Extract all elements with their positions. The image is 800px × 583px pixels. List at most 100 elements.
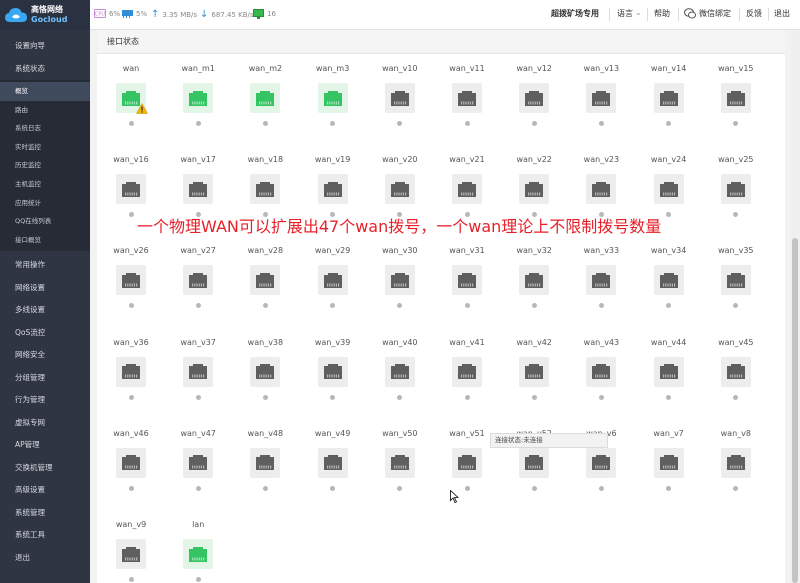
port-tile[interactable] (116, 539, 146, 569)
port-tile[interactable] (384, 356, 415, 387)
port-wan_v42[interactable]: wan_v42 (507, 337, 561, 400)
port-wan_v40[interactable]: wan_v40 (373, 337, 427, 400)
port-wan_v24[interactable]: wan_v24 (642, 154, 696, 218)
port-tile[interactable] (250, 174, 281, 205)
scrollbar[interactable] (790, 30, 800, 583)
port-tile[interactable] (116, 447, 146, 478)
sidebar-subitem[interactable]: 概览 (0, 82, 90, 101)
port-wan_v32[interactable]: wan_v32 (507, 245, 561, 309)
port-tile[interactable] (452, 174, 482, 205)
port-wan_v38[interactable]: wan_v38 (238, 337, 292, 400)
port-tile[interactable] (317, 83, 348, 113)
port-wan_v17[interactable]: wan_v17 (171, 154, 225, 218)
port-tile[interactable] (116, 174, 146, 205)
port-tile[interactable] (653, 447, 684, 478)
port-tile[interactable] (519, 265, 550, 296)
port-tile[interactable] (519, 356, 550, 387)
sidebar-item[interactable]: 系统管理 (0, 502, 90, 525)
sidebar-item[interactable]: 交换机管理 (0, 457, 90, 480)
port-wan_m3[interactable]: wan_m3 (306, 63, 360, 126)
port-wan_v34[interactable]: wan_v34 (642, 245, 696, 309)
port-wan_v13[interactable]: wan_v13 (574, 63, 628, 126)
port-tile[interactable] (720, 447, 751, 478)
port-tile[interactable] (250, 265, 281, 296)
port-tile[interactable] (317, 174, 348, 205)
port-wan_v28[interactable]: wan_v28 (238, 245, 292, 309)
sidebar-item[interactable]: 高级设置 (0, 479, 90, 502)
sidebar-item[interactable]: 退出 (0, 547, 90, 570)
port-wan_v44[interactable]: wan_v44 (642, 337, 696, 400)
sidebar-item[interactable]: 常用操作 (0, 254, 90, 277)
sidebar-subitem[interactable]: 实时监控 (0, 138, 90, 157)
port-wan_v30[interactable]: wan_v30 (373, 245, 427, 309)
sidebar-subitem[interactable]: 系统日志 (0, 119, 90, 138)
port-wan[interactable]: wan (104, 63, 158, 126)
port-wan_v9[interactable]: wan_v9 (104, 519, 158, 582)
port-tile[interactable] (384, 174, 415, 205)
port-tile[interactable] (384, 447, 415, 478)
sidebar-item[interactable]: 行为管理 (0, 389, 90, 412)
port-tile[interactable] (586, 447, 617, 478)
port-tile[interactable] (384, 83, 415, 113)
port-wan_v27[interactable]: wan_v27 (171, 245, 225, 309)
port-tile[interactable] (250, 83, 281, 113)
port-wan_v15[interactable]: wan_v15 (709, 63, 763, 126)
port-wan_v10[interactable]: wan_v10 (373, 63, 427, 126)
port-wan_v49[interactable]: wan_v49 (306, 428, 360, 491)
port-tile[interactable] (183, 356, 214, 387)
feedback-link[interactable]: 反馈 (746, 8, 762, 19)
logo[interactable]: 高恪网络 Gocloud (0, 0, 90, 30)
port-wan_v31[interactable]: wan_v31 (440, 245, 494, 309)
port-tile[interactable] (720, 265, 751, 296)
logout-link[interactable]: 退出 (774, 8, 790, 19)
port-wan_v23[interactable]: wan_v23 (574, 154, 628, 218)
port-wan_v43[interactable]: wan_v43 (574, 337, 628, 400)
port-tile[interactable] (317, 447, 348, 478)
port-wan_v46[interactable]: wan_v46 (104, 428, 158, 491)
port-wan_v26[interactable]: wan_v26 (104, 245, 158, 309)
port-tile[interactable] (183, 83, 214, 113)
port-tile[interactable] (384, 265, 415, 296)
port-tile[interactable] (586, 83, 617, 113)
port-tile[interactable] (183, 174, 214, 205)
sidebar-subitem[interactable]: 接口概览 (0, 231, 90, 250)
port-wan_v25[interactable]: wan_v25 (709, 154, 763, 218)
port-tile[interactable] (317, 356, 348, 387)
port-lan[interactable]: lan (171, 519, 225, 582)
port-tile[interactable] (586, 265, 617, 296)
help-link[interactable]: 帮助 (654, 8, 670, 19)
port-tile[interactable] (519, 83, 550, 113)
port-wan_v20[interactable]: wan_v20 (373, 154, 427, 218)
sidebar-item[interactable]: 分组管理 (0, 367, 90, 390)
port-tile[interactable] (653, 265, 684, 296)
sidebar-subitem[interactable]: 应用统计 (0, 194, 90, 213)
sidebar-item[interactable]: 网络设置 (0, 277, 90, 300)
port-wan_v8[interactable]: wan_v8 (709, 428, 763, 491)
port-tile[interactable] (250, 356, 281, 387)
port-wan_v33[interactable]: wan_v33 (574, 245, 628, 309)
port-wan_m2[interactable]: wan_m2 (238, 63, 292, 126)
port-tile[interactable] (653, 356, 684, 387)
port-wan_v51[interactable]: wan_v51 (440, 428, 494, 491)
port-wan_v35[interactable]: wan_v35 (709, 245, 763, 309)
port-tile[interactable] (519, 447, 550, 478)
language-menu[interactable]: 语言 (617, 8, 633, 19)
port-wan_v36[interactable]: wan_v36 (104, 337, 158, 400)
port-tile[interactable] (250, 447, 281, 478)
port-tile[interactable] (720, 356, 751, 387)
port-wan_v37[interactable]: wan_v37 (171, 337, 225, 400)
port-tile[interactable] (116, 265, 146, 296)
port-tile[interactable] (183, 447, 214, 478)
sidebar-item[interactable]: 虚拟专网 (0, 412, 90, 435)
port-tile[interactable] (586, 174, 617, 205)
port-wan_v29[interactable]: wan_v29 (306, 245, 360, 309)
port-tile[interactable] (519, 174, 550, 205)
sidebar-item[interactable]: 设置向导 (0, 35, 90, 58)
port-wan_v50[interactable]: wan_v50 (373, 428, 427, 491)
port-tile[interactable] (116, 83, 148, 114)
port-tile[interactable] (653, 174, 684, 205)
port-wan_v18[interactable]: wan_v18 (238, 154, 292, 218)
sidebar-subitem[interactable]: QQ在线列表 (0, 212, 90, 231)
port-wan_v47[interactable]: wan_v47 (171, 428, 225, 491)
sidebar-item[interactable]: 系统状态 (0, 58, 90, 81)
